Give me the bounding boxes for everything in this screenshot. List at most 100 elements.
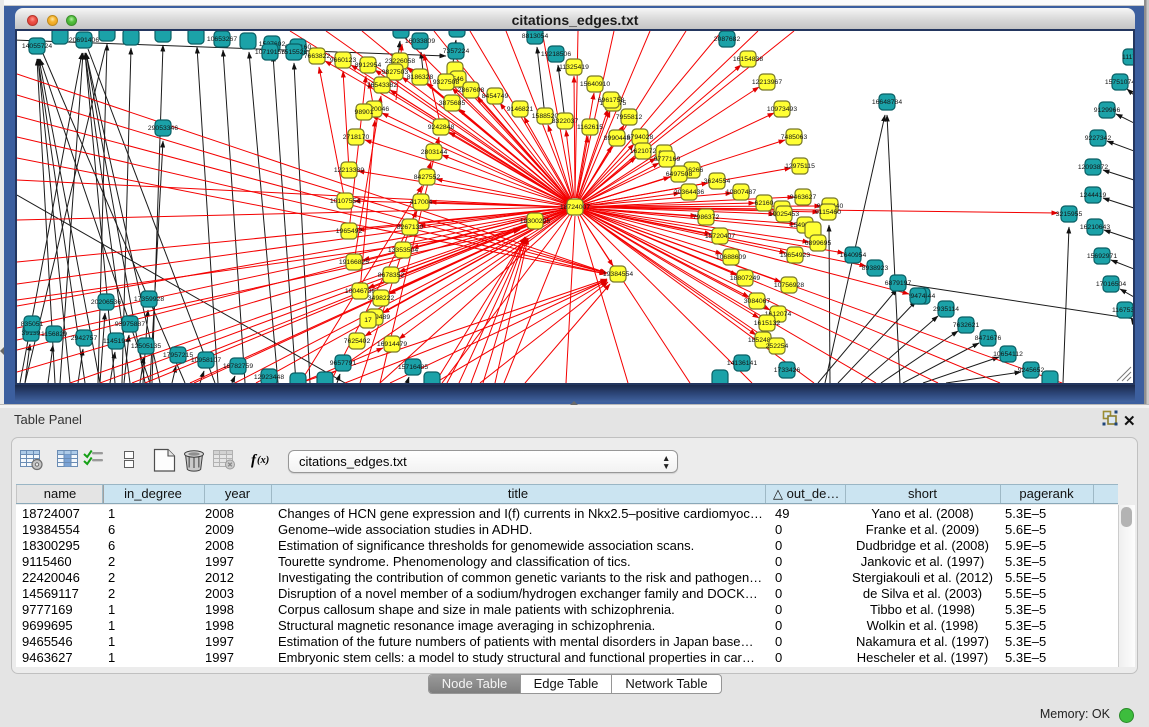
svg-text:16782759: 16782759 xyxy=(223,363,253,370)
svg-text:15640910: 15640910 xyxy=(580,81,610,88)
svg-text:9777169: 9777169 xyxy=(654,156,681,163)
svg-text:9227342: 9227342 xyxy=(1085,135,1112,142)
svg-text:9245652: 9245652 xyxy=(1018,367,1045,374)
svg-text:17957215: 17957215 xyxy=(163,352,193,359)
svg-text:17: 17 xyxy=(364,317,372,324)
svg-text:8938923: 8938923 xyxy=(862,265,889,272)
svg-text:10807487: 10807487 xyxy=(726,189,756,196)
svg-text:1621072: 1621072 xyxy=(630,148,657,155)
svg-text:9327508: 9327508 xyxy=(433,79,460,86)
svg-text:19654923: 19654923 xyxy=(780,252,810,259)
svg-text:6497508: 6497508 xyxy=(666,171,693,178)
svg-text:12923448: 12923448 xyxy=(254,374,284,381)
svg-text:10107554: 10107554 xyxy=(330,198,360,205)
svg-text:12213967: 12213967 xyxy=(752,79,782,86)
svg-text:2803144: 2803144 xyxy=(421,149,448,156)
svg-text:62160: 62160 xyxy=(755,200,774,207)
svg-text:9115460: 9115460 xyxy=(815,209,841,216)
svg-text:9129966: 9129966 xyxy=(1094,107,1121,114)
svg-text:12975115: 12975115 xyxy=(785,163,815,170)
svg-text:18807249: 18807249 xyxy=(730,275,760,282)
svg-text:8471676: 8471676 xyxy=(975,335,1002,342)
svg-text:835051: 835051 xyxy=(21,321,44,328)
svg-text:2087682: 2087682 xyxy=(714,36,741,43)
svg-text:93975887: 93975887 xyxy=(115,321,145,328)
svg-text:98901: 98901 xyxy=(355,109,374,116)
svg-text:6899695: 6899695 xyxy=(805,240,832,247)
svg-text:1244419: 1244419 xyxy=(1080,192,1107,199)
svg-text:17359928: 17359928 xyxy=(134,296,164,303)
svg-text:12213389: 12213389 xyxy=(334,167,364,174)
svg-text:18724007: 18724007 xyxy=(560,204,590,211)
svg-text:19166825: 19166825 xyxy=(339,259,369,266)
svg-text:2935114: 2935114 xyxy=(933,306,959,313)
svg-text:2718170: 2718170 xyxy=(343,134,370,141)
svg-text:1162615: 1162615 xyxy=(577,124,603,131)
svg-text:8454749: 8454749 xyxy=(482,93,509,100)
svg-text:8912954: 8912954 xyxy=(355,62,382,69)
svg-text:1640954: 1640954 xyxy=(840,252,867,259)
svg-text:9146821: 9146821 xyxy=(507,106,534,113)
svg-text:10756928: 10756928 xyxy=(774,282,804,289)
svg-text:15751074: 15751074 xyxy=(1105,79,1133,86)
svg-text:15692971: 15692971 xyxy=(1087,253,1117,260)
svg-text:3498222: 3498222 xyxy=(368,295,395,302)
svg-text:14136141: 14136141 xyxy=(727,360,757,367)
svg-text:10653267: 10653267 xyxy=(207,36,237,43)
svg-text:20364436: 20364436 xyxy=(674,189,704,196)
svg-text:9827503: 9827503 xyxy=(382,69,409,76)
svg-text:6794028: 6794028 xyxy=(627,134,654,141)
svg-text:252254: 252254 xyxy=(766,343,789,350)
svg-text:11325419: 11325419 xyxy=(559,64,589,71)
svg-text:20691406: 20691406 xyxy=(69,37,99,44)
svg-text:20206536: 20206536 xyxy=(91,299,121,306)
svg-text:8813054: 8813054 xyxy=(522,33,549,40)
svg-text:1145194: 1145194 xyxy=(103,338,129,345)
svg-text:6879197: 6879197 xyxy=(885,280,912,287)
svg-text:10654112: 10654112 xyxy=(993,351,1023,358)
svg-text:13353504: 13353504 xyxy=(388,247,418,254)
svg-text:10688609: 10688609 xyxy=(716,254,746,261)
svg-text:1733426: 1733426 xyxy=(774,367,801,374)
svg-text:8427552: 8427552 xyxy=(414,174,441,181)
svg-text:10025453: 10025453 xyxy=(769,211,799,218)
svg-text:7485063: 7485063 xyxy=(781,134,808,141)
svg-text:2942757: 2942757 xyxy=(71,335,98,342)
svg-text:7663822: 7663822 xyxy=(304,53,331,60)
svg-text:16154838: 16154838 xyxy=(733,56,763,63)
svg-text:16210643: 16210643 xyxy=(1080,224,1110,231)
svg-text:7625402: 7625402 xyxy=(344,338,371,345)
svg-text:19218506: 19218506 xyxy=(541,51,571,58)
svg-text:17016504: 17016504 xyxy=(1096,281,1126,288)
svg-text:8322037: 8322037 xyxy=(552,118,579,125)
svg-text:1965492: 1965492 xyxy=(336,228,363,235)
svg-text:7357224: 7357224 xyxy=(443,48,470,55)
svg-text:9463627: 9463627 xyxy=(790,194,817,201)
svg-text:18300295: 18300295 xyxy=(520,218,550,225)
svg-text:12093872: 12093872 xyxy=(1078,164,1108,171)
svg-text:2867608: 2867608 xyxy=(458,87,485,94)
svg-text:9474: 9474 xyxy=(910,293,925,300)
svg-text:16033809: 16033809 xyxy=(405,38,435,45)
svg-text:29053346: 29053346 xyxy=(148,125,178,132)
svg-text:15720407: 15720407 xyxy=(705,233,735,240)
svg-text:417004: 417004 xyxy=(410,199,433,206)
svg-text:16914479: 16914479 xyxy=(377,341,407,348)
svg-text:3084067: 3084067 xyxy=(744,298,771,305)
svg-text:16543382: 16543382 xyxy=(367,82,397,89)
svg-text:7986372: 7986372 xyxy=(693,214,720,221)
svg-text:9242848: 9242848 xyxy=(428,124,455,131)
svg-text:8267130: 8267130 xyxy=(397,224,424,231)
svg-text:10046736: 10046736 xyxy=(345,288,375,295)
svg-text:12505135: 12505135 xyxy=(131,343,161,350)
svg-text:1615132: 1615132 xyxy=(754,320,781,327)
svg-text:10973493: 10973493 xyxy=(767,106,797,113)
svg-text:1156829: 1156829 xyxy=(41,331,67,338)
svg-text:3875685: 3875685 xyxy=(439,100,466,107)
svg-text:10958107: 10958107 xyxy=(191,357,221,364)
svg-text:9660123: 9660123 xyxy=(330,57,357,64)
svg-text:19384554: 19384554 xyxy=(603,271,633,278)
svg-text:8678352: 8678352 xyxy=(378,272,405,279)
svg-text:16648784: 16648784 xyxy=(872,99,902,106)
svg-text:6961758: 6961758 xyxy=(598,97,625,104)
